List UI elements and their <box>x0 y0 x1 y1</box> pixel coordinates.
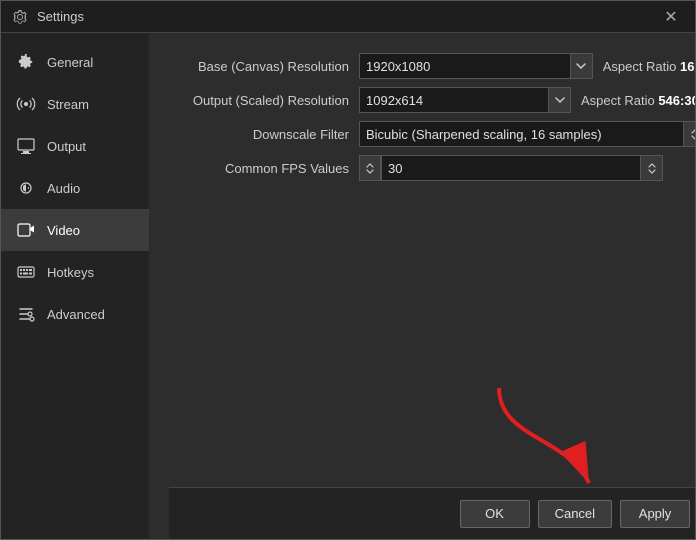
titlebar-icon <box>11 8 29 26</box>
base-resolution-label: Base (Canvas) Resolution <box>169 59 359 74</box>
advanced-icon <box>15 303 37 325</box>
base-resolution-row: Base (Canvas) Resolution Aspect Ratio 16… <box>169 53 695 79</box>
sidebar-item-hotkeys[interactable]: Hotkeys <box>1 251 149 293</box>
output-resolution-input[interactable] <box>359 87 549 113</box>
stream-icon <box>15 93 37 115</box>
sidebar-item-output[interactable]: Output <box>1 125 149 167</box>
output-resolution-dropdown[interactable] <box>549 87 571 113</box>
sidebar-label-general: General <box>47 55 93 70</box>
downscale-filter-row: Downscale Filter Bicubic (Sharpened scal… <box>169 121 695 147</box>
common-fps-row: Common FPS Values 30 <box>169 155 695 181</box>
video-icon <box>15 219 37 241</box>
fps-select[interactable]: 30 <box>381 155 641 181</box>
close-button[interactable]: ✕ <box>657 3 685 31</box>
fps-stepper[interactable] <box>359 155 381 181</box>
output-resolution-label: Output (Scaled) Resolution <box>169 93 359 108</box>
downscale-filter-select-group: Bicubic (Sharpened scaling, 16 samples) <box>359 121 695 147</box>
sidebar-item-video[interactable]: Video <box>1 209 149 251</box>
output-resolution-input-group: Aspect Ratio 546:307 <box>359 87 695 113</box>
sidebar-label-output: Output <box>47 139 86 154</box>
audio-icon <box>15 177 37 199</box>
settings-window: Settings ✕ General <box>0 0 696 540</box>
form-area: Base (Canvas) Resolution Aspect Ratio 16… <box>169 53 695 487</box>
sidebar-item-advanced[interactable]: Advanced <box>1 293 149 335</box>
output-aspect-ratio: Aspect Ratio 546:307 <box>581 93 695 108</box>
cancel-button[interactable]: Cancel <box>538 500 612 528</box>
downscale-filter-label: Downscale Filter <box>169 127 359 142</box>
base-resolution-dropdown[interactable] <box>571 53 593 79</box>
sidebar: General Stream <box>1 33 149 539</box>
base-resolution-input-group: Aspect Ratio 16:9 <box>359 53 695 79</box>
sidebar-item-audio[interactable]: Audio <box>1 167 149 209</box>
sidebar-item-stream[interactable]: Stream <box>1 83 149 125</box>
sidebar-item-general[interactable]: General <box>1 41 149 83</box>
general-icon <box>15 51 37 73</box>
main-content: General Stream <box>1 33 695 539</box>
titlebar-title: Settings <box>37 9 657 24</box>
sidebar-label-hotkeys: Hotkeys <box>47 265 94 280</box>
base-resolution-input[interactable] <box>359 53 571 79</box>
common-fps-label: Common FPS Values <box>169 161 359 176</box>
output-resolution-row: Output (Scaled) Resolution Aspect Ratio … <box>169 87 695 113</box>
fps-dropdown-btn[interactable] <box>641 155 663 181</box>
hotkeys-icon <box>15 261 37 283</box>
output-icon <box>15 135 37 157</box>
titlebar: Settings ✕ <box>1 1 695 33</box>
main-panel: Base (Canvas) Resolution Aspect Ratio 16… <box>149 33 695 539</box>
downscale-filter-arrows[interactable] <box>684 121 695 147</box>
sidebar-label-audio: Audio <box>47 181 80 196</box>
fps-input-group: 30 <box>359 155 663 181</box>
sidebar-label-video: Video <box>47 223 80 238</box>
ok-button[interactable]: OK <box>460 500 530 528</box>
sidebar-label-advanced: Advanced <box>47 307 105 322</box>
downscale-filter-select[interactable]: Bicubic (Sharpened scaling, 16 samples) <box>359 121 684 147</box>
footer: OK Cancel Apply <box>169 487 695 539</box>
sidebar-label-stream: Stream <box>47 97 89 112</box>
apply-button[interactable]: Apply <box>620 500 690 528</box>
base-aspect-ratio: Aspect Ratio 16:9 <box>603 59 695 74</box>
